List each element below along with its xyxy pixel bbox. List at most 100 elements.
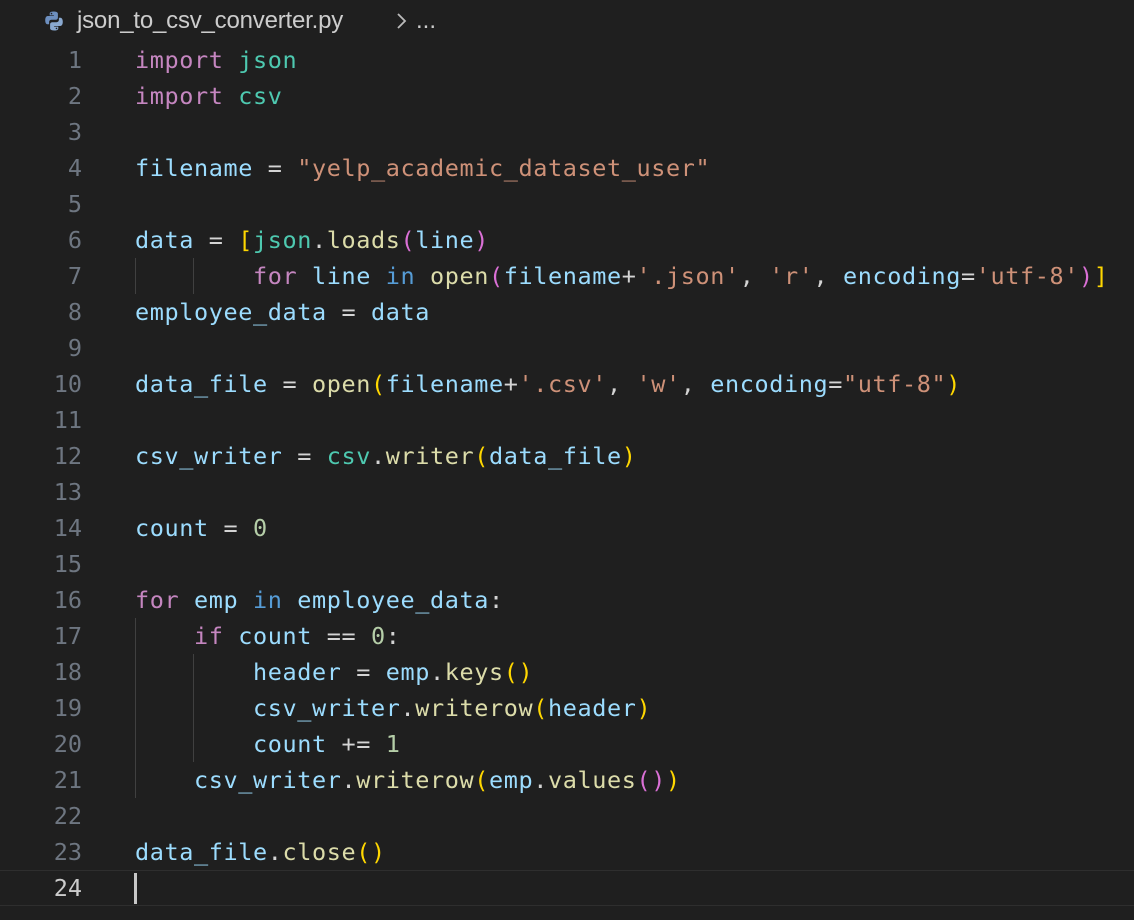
code-token: ( xyxy=(533,694,548,722)
line-number: 22 xyxy=(53,802,82,830)
code-line[interactable]: 19 csv_writer.writerow(header) xyxy=(0,690,1134,726)
line-code[interactable]: csv_writer = csv.writer(data_file) xyxy=(135,438,636,474)
line-code[interactable]: data_file = open(filename+'.csv', 'w', e… xyxy=(135,366,961,402)
code-line[interactable]: 21 csv_writer.writerow(emp.values()) xyxy=(0,762,1134,798)
code-token: filename xyxy=(503,262,622,290)
line-code[interactable]: data_file.close() xyxy=(135,834,386,870)
code-token: ) xyxy=(665,766,681,794)
code-line[interactable]: 2 import csv xyxy=(0,78,1134,114)
python-icon xyxy=(45,11,63,31)
code-token: ( xyxy=(370,370,386,398)
code-line[interactable]: 13 xyxy=(0,474,1134,510)
code-line[interactable]: 14 count = 0 xyxy=(0,510,1134,546)
line-code[interactable]: count += 1 xyxy=(135,726,401,762)
code-token: ) xyxy=(474,226,489,254)
code-token: import xyxy=(135,82,224,110)
code-line[interactable]: 10 data_file = open(filename+'.csv', 'w',… xyxy=(0,366,1134,402)
code-line[interactable]: 17 if count == 0: xyxy=(0,618,1134,654)
code-line[interactable]: 22 xyxy=(0,798,1134,834)
code-token: if xyxy=(194,622,224,650)
code-token: filename xyxy=(385,370,504,398)
line-code[interactable]: csv_writer.writerow(emp.values()) xyxy=(135,762,681,798)
code-line[interactable]: 9 xyxy=(0,330,1134,366)
code-token: keys xyxy=(444,658,504,686)
line-code[interactable]: import json xyxy=(135,42,297,78)
line-code[interactable]: csv_writer.writerow(header) xyxy=(135,690,651,726)
line-code[interactable]: data = [json.loads(line) xyxy=(135,222,489,258)
code-line[interactable]: 8 employee_data = data xyxy=(0,294,1134,330)
code-token: json xyxy=(253,226,312,254)
code-line[interactable]: 23 data_file.close() xyxy=(0,834,1134,870)
code-line[interactable]: 12 csv_writer = csv.writer(data_file) xyxy=(0,438,1134,474)
code-token: data_file xyxy=(488,442,622,470)
line-code[interactable]: count = 0 xyxy=(135,510,268,546)
line-code[interactable]: employee_data = data xyxy=(135,294,430,330)
code-line[interactable]: 5 xyxy=(0,186,1134,222)
code-token: . xyxy=(400,694,416,722)
code-token: employee_data xyxy=(135,298,327,326)
code-token: . xyxy=(312,226,327,254)
code-line[interactable]: 18 header = emp.keys() xyxy=(0,654,1134,690)
code-line[interactable]: 20 count += 1 xyxy=(0,726,1134,762)
text-cursor xyxy=(134,873,137,904)
code-area[interactable]: 1 import json 2 import csv 3 4 filename = "yel… xyxy=(0,42,1134,906)
code-token: . xyxy=(430,658,445,686)
line-number: 3 xyxy=(67,118,82,146)
code-line[interactable]: 1 import json xyxy=(0,42,1134,78)
code-token: , xyxy=(813,262,843,290)
code-token: + xyxy=(621,262,637,290)
line-number: 17 xyxy=(53,622,82,650)
code-token: ( xyxy=(489,262,504,290)
code-token: 0 xyxy=(253,514,268,542)
code-editor[interactable]: json_to_csv_converter.py ... 1 import jso… xyxy=(0,0,1134,920)
code-token: 'utf-8' xyxy=(975,262,1079,290)
code-line[interactable]: 16 for emp in employee_data: xyxy=(0,582,1134,618)
code-line[interactable]: 3 xyxy=(0,114,1134,150)
code-line[interactable]: 7 for line in open(filename+'.json', 'r'… xyxy=(0,258,1134,294)
code-token: = xyxy=(828,370,843,398)
code-token: . xyxy=(370,442,386,470)
code-token: 'r' xyxy=(769,262,814,290)
line-code[interactable]: for emp in employee_data: xyxy=(135,582,504,618)
code-line[interactable]: 4 filename = "yelp_academic_dataset_user" xyxy=(0,150,1134,186)
code-token: : xyxy=(385,622,401,650)
line-number: 8 xyxy=(67,298,82,326)
code-token: csv_writer xyxy=(194,766,342,794)
code-token: == xyxy=(312,622,371,650)
code-token: ] xyxy=(1093,262,1109,290)
code-token: for xyxy=(135,586,180,614)
line-number: 15 xyxy=(53,550,82,578)
line-number: 14 xyxy=(53,514,82,542)
code-token: = xyxy=(267,370,312,398)
code-token: ) xyxy=(621,442,637,470)
line-code[interactable]: header = emp.keys() xyxy=(135,654,533,690)
code-token: writerow xyxy=(415,694,534,722)
line-code[interactable]: filename = "yelp_academic_dataset_user" xyxy=(135,150,710,186)
code-token: = xyxy=(961,262,976,290)
code-line[interactable]: 11 xyxy=(0,402,1134,438)
code-token: 1 xyxy=(385,730,401,758)
line-number: 20 xyxy=(53,730,82,758)
line-number: 1 xyxy=(67,46,82,74)
code-line[interactable]: 24 xyxy=(0,870,1134,906)
line-code[interactable]: for line in open(filename+'.json', 'r', … xyxy=(135,258,1109,294)
breadcrumb-file[interactable]: json_to_csv_converter.py xyxy=(77,7,343,35)
code-line[interactable]: 6 data = [json.loads(line) xyxy=(0,222,1134,258)
breadcrumb-ellipsis[interactable]: ... xyxy=(416,7,436,35)
code-token: encoding xyxy=(710,370,829,398)
line-number: 10 xyxy=(53,370,82,398)
code-line[interactable]: 15 xyxy=(0,546,1134,582)
code-token: = xyxy=(282,442,327,470)
line-code[interactable]: if count == 0: xyxy=(135,618,401,654)
line-code[interactable]: import csv xyxy=(135,78,283,114)
code-token: = xyxy=(326,298,371,326)
code-token: . xyxy=(533,766,548,794)
line-number: 4 xyxy=(67,154,82,182)
